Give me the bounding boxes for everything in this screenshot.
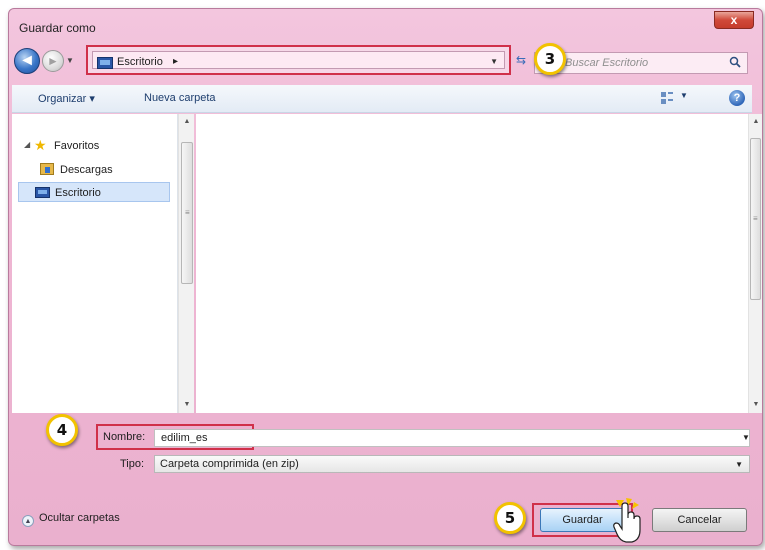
nav-item-downloads[interactable]: Descargas bbox=[12, 160, 162, 180]
search-input[interactable] bbox=[565, 55, 715, 71]
nav-item-desktop[interactable]: Escritorio bbox=[18, 182, 170, 202]
nav-item-favorites[interactable]: ◢ ★ Favoritos bbox=[12, 136, 162, 156]
scroll-up-icon[interactable]: ▲ bbox=[179, 116, 195, 128]
file-pane-scrollbar[interactable]: ▲ ≡ ▼ bbox=[748, 114, 762, 413]
view-options-icon[interactable] bbox=[660, 91, 674, 105]
scroll-up-icon[interactable]: ▲ bbox=[749, 116, 763, 128]
filename-input[interactable] bbox=[154, 429, 750, 447]
scrollbar-thumb[interactable]: ≡ bbox=[181, 142, 193, 284]
file-type-value: Carpeta comprimida (en zip) bbox=[160, 458, 299, 470]
desktop-icon bbox=[35, 187, 50, 198]
toolbar: Organizar ▾ Nueva carpeta ▼ ? bbox=[12, 85, 752, 113]
nav-item-label: Favoritos bbox=[54, 140, 100, 152]
star-icon: ★ bbox=[34, 137, 47, 153]
address-bar[interactable]: Escritorio ▸ ▼ bbox=[92, 51, 505, 69]
step-5-badge: 5 bbox=[494, 502, 526, 534]
breadcrumb-chevron-icon[interactable]: ▸ bbox=[173, 56, 178, 67]
window-title: Guardar como bbox=[19, 21, 96, 35]
downloads-folder-icon bbox=[40, 163, 54, 175]
chevron-down-icon[interactable]: ▼ bbox=[735, 460, 743, 469]
search-box[interactable] bbox=[534, 52, 748, 74]
filename-label: Nombre: bbox=[103, 431, 146, 443]
organize-button[interactable]: Organizar ▾ bbox=[38, 92, 95, 105]
step-3-badge: 3 bbox=[534, 43, 566, 75]
grip-icon: ≡ bbox=[753, 214, 758, 223]
navigation-pane: ◢ ★ Favoritos Descargas Escritorio bbox=[12, 114, 178, 413]
cancel-button[interactable]: Cancelar bbox=[652, 508, 747, 532]
grip-icon: ≡ bbox=[185, 208, 190, 217]
breadcrumb-escritorio[interactable]: Escritorio bbox=[117, 56, 163, 68]
help-icon[interactable]: ? bbox=[729, 90, 745, 106]
address-dropdown-icon[interactable]: ▼ bbox=[490, 57, 498, 66]
address-bar-highlight: Escritorio ▸ ▼ bbox=[86, 45, 511, 75]
filename-dropdown-icon[interactable]: ▼ bbox=[742, 433, 750, 442]
view-dropdown-icon[interactable]: ▼ bbox=[680, 91, 688, 100]
hide-folders-button[interactable]: ▲ Ocultar carpetas bbox=[22, 512, 120, 527]
title-bar: Guardar como x bbox=[9, 9, 762, 49]
hide-folders-label: Ocultar carpetas bbox=[39, 512, 120, 524]
expand-arrow-icon[interactable]: ◢ bbox=[24, 140, 30, 149]
hand-cursor-icon bbox=[613, 498, 641, 543]
file-type-select[interactable]: Carpeta comprimida (en zip) ▼ bbox=[154, 455, 750, 473]
scroll-down-icon[interactable]: ▼ bbox=[749, 399, 763, 411]
history-dropdown-icon[interactable]: ▼ bbox=[66, 53, 76, 69]
scroll-down-icon[interactable]: ▼ bbox=[179, 399, 195, 411]
file-list-pane[interactable] bbox=[196, 114, 752, 413]
nav-item-label: Descargas bbox=[60, 164, 113, 176]
collapse-icon: ▲ bbox=[22, 515, 34, 527]
nav-pane-scrollbar[interactable]: ▲ ≡ ▼ bbox=[178, 114, 194, 413]
back-button[interactable]: ◄ bbox=[14, 48, 40, 74]
nav-item-label: Escritorio bbox=[55, 187, 101, 199]
desktop-icon bbox=[97, 57, 113, 69]
close-button[interactable]: x bbox=[714, 11, 754, 29]
search-icon[interactable] bbox=[729, 56, 741, 68]
scrollbar-thumb[interactable]: ≡ bbox=[750, 138, 761, 300]
refresh-icon[interactable]: ⇆ bbox=[512, 53, 530, 69]
type-label: Tipo: bbox=[120, 458, 145, 470]
step-4-badge: 4 bbox=[46, 414, 78, 446]
forward-button[interactable]: ► bbox=[42, 50, 64, 72]
new-folder-button[interactable]: Nueva carpeta bbox=[144, 92, 216, 104]
